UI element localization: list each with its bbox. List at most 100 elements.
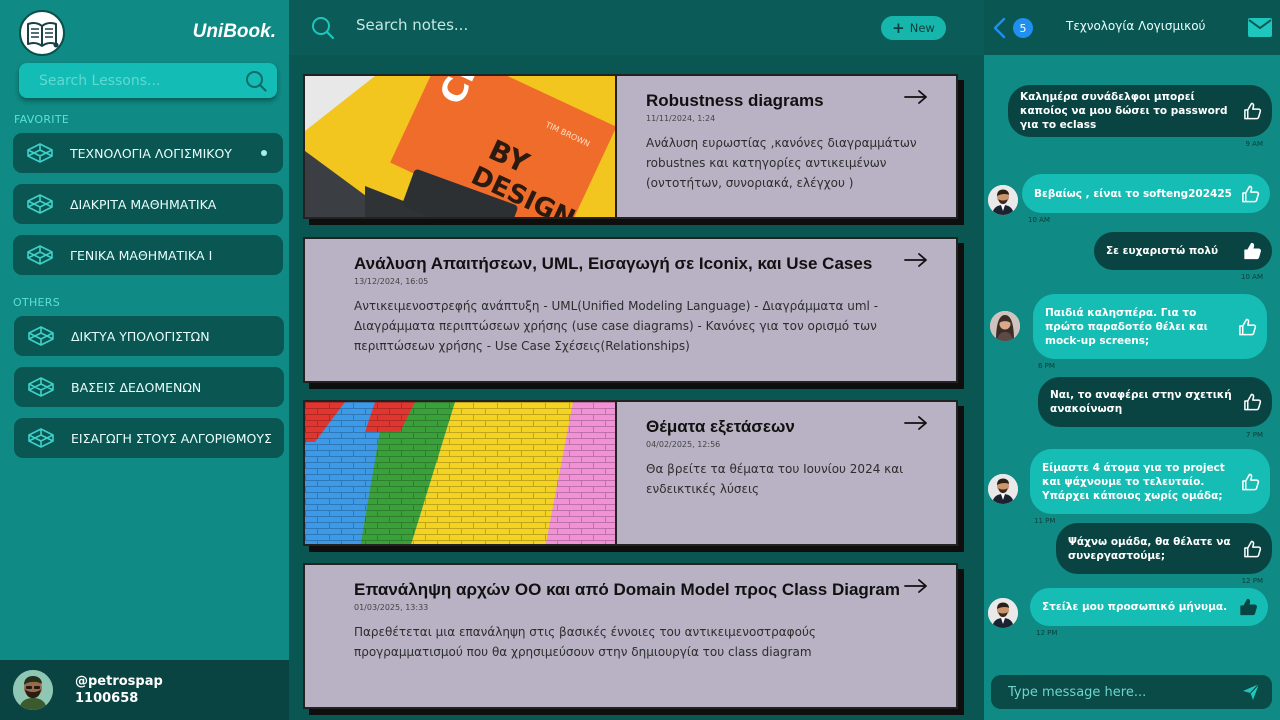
user-profile-bar[interactable]: @petrospap 1100658	[0, 660, 289, 720]
chat-message-incoming[interactable]: Βεβαίως , είναι το softeng202425	[1022, 174, 1270, 213]
contact-avatar[interactable]	[988, 598, 1018, 628]
lesson-label: ΔΙΑΚΡΙΤΑ ΜΑΘΗΜΑΤΙΚΑ	[70, 196, 217, 212]
message-time: 10 AM	[1028, 216, 1050, 224]
note-title[interactable]: Robustness diagrams	[646, 91, 926, 111]
codepen-cube-icon	[28, 428, 54, 448]
sidebar-item-texnologia-logismikou[interactable]: ΤΕΧΝΟΛΟΓΙΑ ΛΟΓΙΣΜΙΚΟΥ	[13, 133, 283, 173]
notes-search-input[interactable]	[356, 16, 756, 34]
contact-avatar[interactable]	[990, 311, 1020, 341]
message-time: 11 PM	[1034, 517, 1056, 525]
sidebar-item-vaseis-dedomenon[interactable]: ΒΑΣΕΙΣ ΔΕΔΟΜΕΝΩΝ	[14, 367, 284, 407]
search-icon[interactable]	[245, 70, 267, 92]
message-text: Σε ευχαριστώ πολύ	[1106, 245, 1219, 257]
message-text: Ναι, το αναφέρει στην σχετική ανακοίνωση	[1050, 389, 1232, 415]
codepen-cube-icon	[27, 143, 53, 163]
favorite-section-label: FAVORITE	[14, 113, 70, 126]
lesson-search-bar[interactable]	[19, 63, 277, 98]
search-icon[interactable]	[311, 16, 335, 40]
sidebar-item-diakrita-mathimatika[interactable]: ΔΙΑΚΡΙΤΑ ΜΑΘΗΜΑΤΙΚΑ	[13, 184, 283, 224]
message-text: Καλημέρα συνάδελφοι μπορεί καποίος να μο…	[1020, 91, 1228, 131]
thumbs-up-icon[interactable]	[1241, 472, 1260, 491]
lesson-label: ΕΙΣΑΓΩΓΗ ΣΤΟΥΣ ΑΛΓΟΡΙΘΜΟΥΣ	[71, 430, 272, 446]
sidebar-item-algorithmoi[interactable]: ΕΙΣΑΓΩΓΗ ΣΤΟΥΣ ΑΛΓΟΡΙΘΜΟΥΣ	[14, 418, 284, 458]
note-date: 01/03/2025, 13:33	[354, 603, 429, 612]
message-input[interactable]	[1008, 684, 1272, 700]
user-handle: @petrospap	[75, 674, 163, 689]
chat-message-incoming[interactable]: Στείλε μου προσωπικό μήνυμα.	[1030, 588, 1268, 626]
plus-icon: +	[892, 18, 905, 37]
chevron-left-icon[interactable]	[992, 17, 1006, 39]
chat-message-outgoing[interactable]: Καλημέρα συνάδελφοι μπορεί καποίος να μο…	[1008, 85, 1272, 137]
note-description: Αντικειμενοστρεφής ανάπτυξη - UML(Unifie…	[354, 299, 879, 353]
sidebar: UniBook. FAVORITE ΤΕΧΝΟΛΟΓΙΑ ΛΟΓΙΣΜΙΚΟΥ …	[0, 0, 289, 720]
sidebar-item-diktya[interactable]: ΔΙΚΤΥΑ ΥΠΟΛΟΓΙΣΤΩΝ	[14, 316, 284, 356]
active-indicator-dot	[261, 150, 267, 156]
note-description: Παρεθέτεται μια επανάληψη στις βασικές έ…	[354, 625, 816, 659]
thumbs-up-icon[interactable]	[1243, 242, 1262, 261]
mail-icon[interactable]	[1248, 18, 1272, 37]
new-note-label: New	[909, 21, 935, 35]
chat-panel: 5 Τεχνολογία Λογισμικού Καλημέρα συνάδελ…	[984, 0, 1280, 720]
note-description: Ανάλυση ευρωστίας ,κανόνες διαγραμμάτων …	[646, 136, 917, 190]
thumbs-up-icon[interactable]	[1238, 317, 1257, 336]
message-time: 6 PM	[1038, 362, 1055, 370]
message-text: Ψάχνω ομάδα, θα θέλατε να συνεργαστούμε;	[1068, 535, 1231, 562]
note-image-book: CHAN BY DESIGN TIM BROWN	[305, 76, 617, 217]
note-title[interactable]: Επανάληψη αρχών OO και από Domain Model …	[354, 580, 914, 600]
chat-message-outgoing[interactable]: Ναι, το αναφέρει στην σχετική ανακοίνωση	[1038, 377, 1272, 427]
note-card[interactable]: CHAN BY DESIGN TIM BROWN Robustness diag…	[303, 74, 958, 219]
thumbs-up-icon[interactable]	[1239, 598, 1258, 617]
chat-header: 5 Τεχνολογία Λογισμικού	[984, 0, 1280, 55]
thumbs-up-icon[interactable]	[1241, 184, 1260, 203]
unread-count-badge: 5	[1013, 18, 1033, 38]
contact-avatar[interactable]	[988, 474, 1018, 504]
note-description: Θα βρείτε τα θέματα του Ιουνίου 2024 και…	[646, 462, 904, 496]
note-date: 04/02/2025, 12:56	[646, 440, 721, 449]
book-logo-icon[interactable]	[19, 10, 65, 56]
codepen-cube-icon	[27, 245, 53, 265]
note-image-painted-wall	[305, 402, 617, 544]
note-card[interactable]: Επανάληψη αρχών OO και από Domain Model …	[303, 563, 958, 709]
note-title[interactable]: Θέματα εξετάσεων	[646, 417, 926, 437]
chat-message-incoming[interactable]: Είμαστε 4 άτομα για το project και ψάχνο…	[1030, 449, 1270, 514]
user-id: 1100658	[75, 691, 139, 706]
arrow-right-icon[interactable]	[904, 253, 928, 267]
message-time: 9 AM	[1245, 140, 1263, 148]
lesson-search-input[interactable]	[39, 72, 245, 89]
thumbs-up-icon[interactable]	[1243, 102, 1262, 121]
message-time: 12 PM	[1036, 629, 1058, 637]
codepen-cube-icon	[27, 194, 53, 214]
send-icon[interactable]	[1242, 683, 1260, 701]
codepen-cube-icon	[28, 377, 54, 397]
message-text: Είμαστε 4 άτομα για το project και ψάχνο…	[1042, 461, 1225, 502]
note-card[interactable]: Θέματα εξετάσεων 04/02/2025, 12:56 Θα βρ…	[303, 400, 958, 546]
thumbs-up-icon[interactable]	[1243, 539, 1262, 558]
message-text: Παιδιά καλησπέρα. Για το πρώτο παραδοτέο…	[1045, 306, 1208, 347]
chat-title: Τεχνολογία Λογισμικού	[1066, 19, 1206, 33]
chat-message-outgoing[interactable]: Σε ευχαριστώ πολύ	[1094, 232, 1272, 270]
message-compose-bar[interactable]	[991, 675, 1272, 709]
note-date: 13/12/2024, 16:05	[354, 277, 429, 286]
note-card[interactable]: Ανάλυση Απαιτήσεων, UML, Εισαγωγή σε Ico…	[303, 237, 958, 383]
note-title[interactable]: Ανάλυση Απαιτήσεων, UML, Εισαγωγή σε Ico…	[354, 254, 894, 274]
message-time: 12 PM	[1241, 577, 1263, 585]
chat-message-outgoing[interactable]: Ψάχνω ομάδα, θα θέλατε να συνεργαστούμε;	[1056, 523, 1272, 574]
others-section-label: OTHERS	[13, 296, 61, 309]
chat-message-incoming[interactable]: Παιδιά καλησπέρα. Για το πρώτο παραδοτέο…	[1033, 294, 1267, 359]
lesson-label: ΔΙΚΤΥΑ ΥΠΟΛΟΓΙΣΤΩΝ	[71, 328, 210, 344]
thumbs-up-icon[interactable]	[1243, 393, 1262, 412]
lesson-label: ΓΕΝΙΚΑ ΜΑΘΗΜΑΤΙΚΑ Ι	[70, 247, 213, 263]
message-time: 7 PM	[1246, 431, 1263, 439]
message-time: 10 AM	[1241, 273, 1263, 281]
lesson-label: ΤΕΧΝΟΛΟΓΙΑ ΛΟΓΙΣΜΙΚΟΥ	[70, 145, 232, 161]
notes-topbar: + New	[289, 0, 984, 55]
codepen-cube-icon	[28, 326, 54, 346]
message-text: Στείλε μου προσωπικό μήνυμα.	[1042, 601, 1228, 613]
contact-avatar[interactable]	[988, 185, 1018, 215]
lesson-label: ΒΑΣΕΙΣ ΔΕΔΟΜΕΝΩΝ	[71, 379, 202, 395]
avatar[interactable]	[13, 670, 53, 710]
sidebar-item-genika-mathimatika[interactable]: ΓΕΝΙΚΑ ΜΑΘΗΜΑΤΙΚΑ Ι	[13, 235, 283, 275]
brand-name: UniBook.	[192, 21, 276, 42]
message-text: Βεβαίως , είναι το softeng202425	[1034, 187, 1232, 200]
new-note-button[interactable]: + New	[881, 16, 946, 40]
